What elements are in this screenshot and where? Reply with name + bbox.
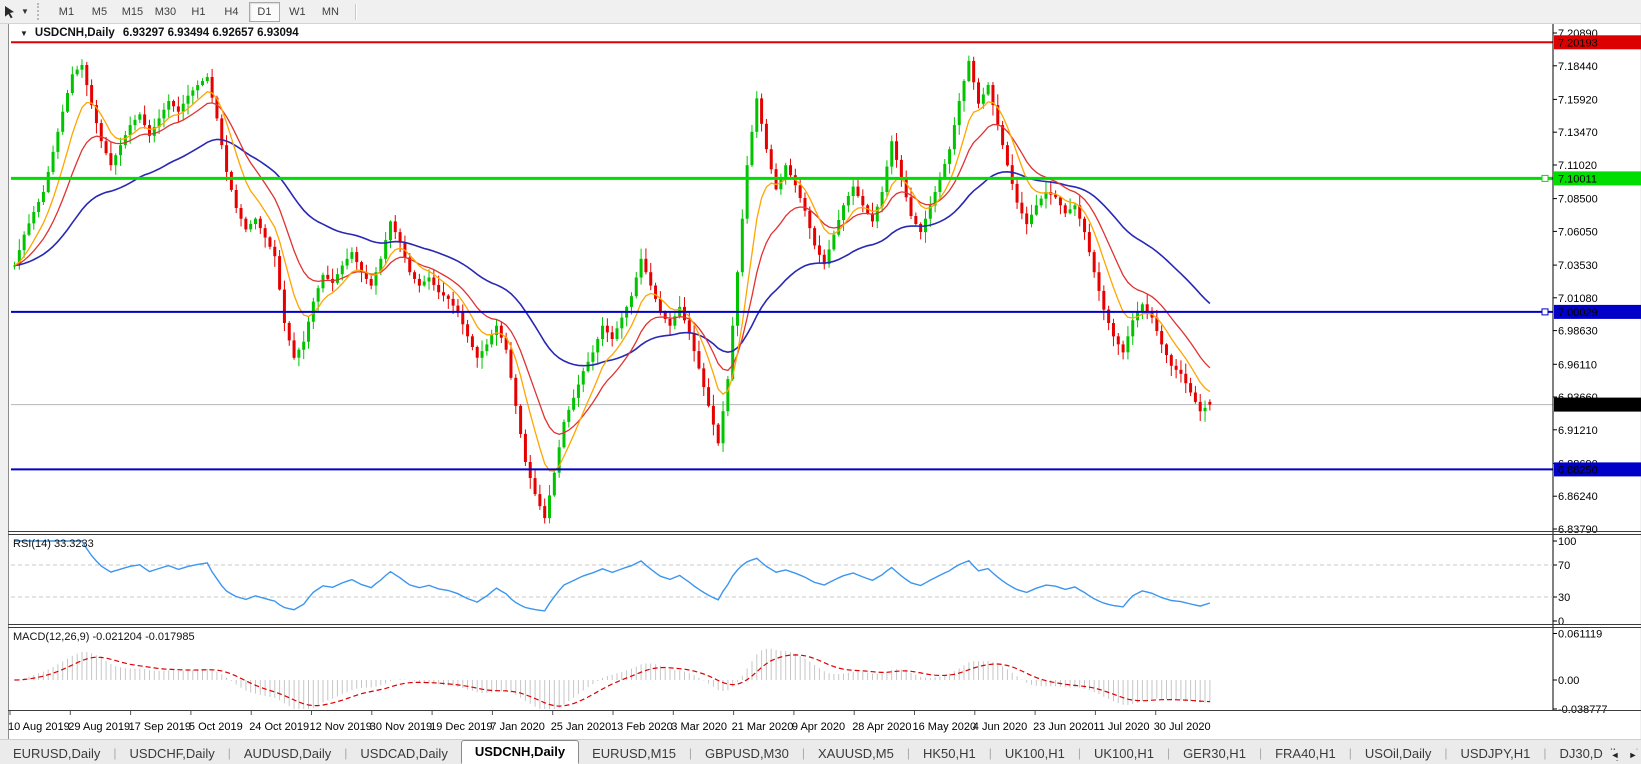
chart-ohlc-values: 6.93297 6.93494 6.92657 6.93094 xyxy=(123,27,299,39)
top-toolbar: ▼ M1M5M15M30H1H4D1W1MN xyxy=(0,0,1641,24)
timeframe-button-m30[interactable]: M30 xyxy=(150,2,181,22)
timeframe-button-m5[interactable]: M5 xyxy=(84,2,115,22)
timeframe-button-h4[interactable]: H4 xyxy=(216,2,247,22)
timeframe-button-d1[interactable]: D1 xyxy=(249,2,280,22)
cursor-tool-icon[interactable] xyxy=(1,3,19,21)
timeframe-button-m1[interactable]: M1 xyxy=(51,2,82,22)
tab-usdcnh-daily[interactable]: USDCNH,Daily xyxy=(461,740,579,764)
tab-hk50-h1[interactable]: HK50,H1 xyxy=(910,743,989,764)
tab-eurusd-m15[interactable]: EURUSD,M15 xyxy=(579,743,689,764)
chevron-down-icon[interactable]: ▼ xyxy=(20,29,28,38)
tab-usoil-daily[interactable]: USOil,Daily xyxy=(1352,743,1444,764)
chart-window xyxy=(8,23,1640,740)
chart-title-bar: ▼ USDCNH,Daily 6.93297 6.93494 6.92657 6… xyxy=(20,27,305,39)
rsi-label: RSI(14) 33.3233 xyxy=(13,538,94,550)
timeframe-buttons: M1M5M15M30H1H4D1W1MN xyxy=(50,0,347,23)
timeframe-button-w1[interactable]: W1 xyxy=(282,2,313,22)
tab-fra40-h1[interactable]: FRA40,H1 xyxy=(1262,743,1349,764)
toolbar-separator xyxy=(355,4,357,20)
tab-audusd-daily[interactable]: AUDUSD,Daily xyxy=(231,743,344,764)
scroll-left-icon[interactable]: ◄ xyxy=(1609,750,1621,760)
chevron-down-icon[interactable]: ▼ xyxy=(21,7,29,16)
toolbar-grip[interactable] xyxy=(37,3,44,20)
timeframe-button-h1[interactable]: H1 xyxy=(183,2,214,22)
tab-usdchf-daily[interactable]: USDCHF,Daily xyxy=(117,743,228,764)
tab-uk100-h1[interactable]: UK100,H1 xyxy=(992,743,1078,764)
tab-usdjpy-h1[interactable]: USDJPY,H1 xyxy=(1447,743,1543,764)
chart-tabs-bar: EURUSD,Daily|USDCHF,Daily|AUDUSD,Daily|U… xyxy=(0,739,1641,764)
tab-usdcad-daily[interactable]: USDCAD,Daily xyxy=(347,743,460,764)
tab-gbpusd-m30[interactable]: GBPUSD,M30 xyxy=(692,743,802,764)
tab-xauusd-m5[interactable]: XAUUSD,M5 xyxy=(805,743,907,764)
tab-eurusd-daily[interactable]: EURUSD,Daily xyxy=(0,743,113,764)
chart-symbol-label: USDCNH,Daily xyxy=(35,27,115,39)
tab-scroll-arrows: ◄ ► xyxy=(1603,750,1639,760)
tab-ger30-h1[interactable]: GER30,H1 xyxy=(1170,743,1259,764)
tab-uk100-h1[interactable]: UK100,H1 xyxy=(1081,743,1167,764)
scroll-right-icon[interactable]: ► xyxy=(1627,750,1639,760)
timeframe-button-mn[interactable]: MN xyxy=(315,2,346,22)
macd-label: MACD(12,26,9) -0.021204 -0.017985 xyxy=(13,631,195,643)
timeframe-button-m15[interactable]: M15 xyxy=(117,2,148,22)
